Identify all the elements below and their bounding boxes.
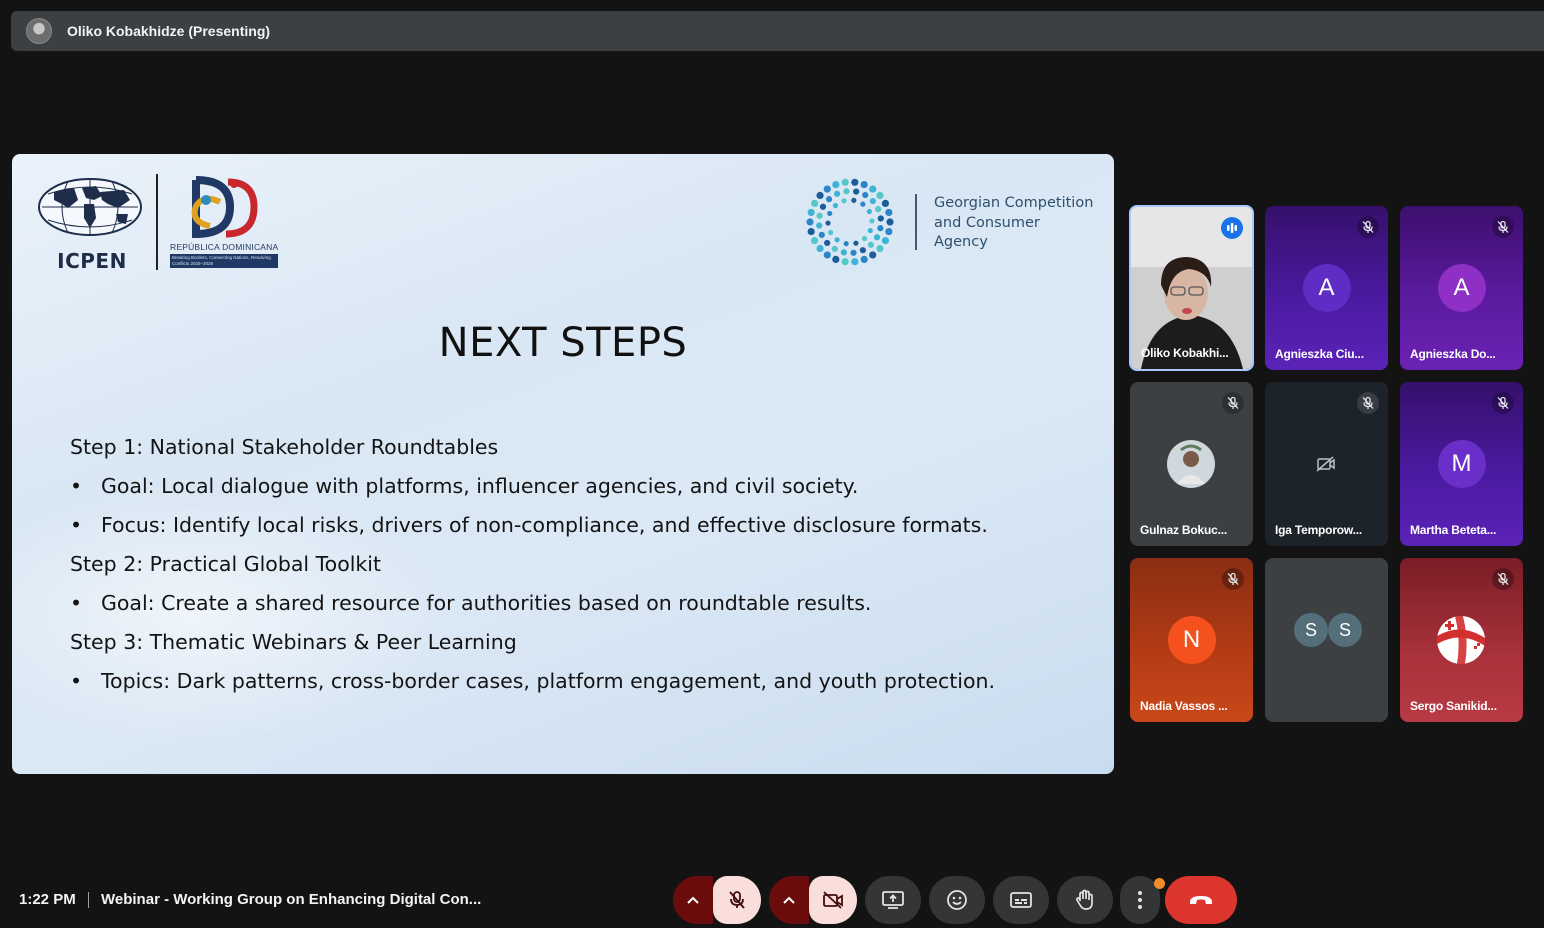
participant-name: Agnieszka Do... — [1410, 347, 1496, 361]
slide-bullet: • Goal: Create a shared resource for auth… — [70, 591, 872, 615]
participant-tile[interactable]: Sergo Sanikid... — [1400, 558, 1523, 722]
participant-initial: S — [1294, 613, 1328, 647]
meeting-title: Webinar - Working Group on Enhancing Dig… — [101, 891, 482, 908]
participant-tile[interactable]: Gulnaz Bokuc... — [1130, 382, 1253, 546]
slide-title: NEXT STEPS — [438, 320, 688, 366]
gcca-name: Georgian Competition and Consumer Agency — [934, 195, 1094, 250]
participant-tile[interactable]: S S — [1265, 558, 1388, 722]
participant-tile[interactable]: A Agnieszka Ciu... — [1265, 206, 1388, 370]
mic-off-icon — [1357, 392, 1379, 414]
mic-off-icon — [1492, 216, 1514, 238]
participant-name: Sergo Sanikid... — [1410, 699, 1497, 713]
presenter-avatar — [26, 18, 52, 44]
participant-tile[interactable]: Oliko Kobakhi... — [1129, 205, 1254, 371]
present-screen-button[interactable] — [865, 876, 921, 924]
chevron-up-icon — [687, 896, 699, 904]
participant-name: Martha Beteta... — [1410, 523, 1497, 537]
participant-tile[interactable]: N Nadia Vassos ... — [1130, 558, 1253, 722]
mic-off-icon — [1492, 568, 1514, 590]
audio-options-button[interactable] — [673, 876, 713, 924]
present-screen-icon — [882, 891, 904, 909]
participant-tile[interactable]: M Martha Beteta... — [1400, 382, 1523, 546]
speaking-indicator-icon — [1221, 217, 1243, 239]
notification-dot — [1154, 878, 1165, 889]
mic-off-icon — [729, 891, 745, 909]
participant-initial: M — [1437, 440, 1486, 488]
flag-avatar — [1437, 616, 1485, 664]
emoji-icon — [947, 890, 967, 910]
camera-toggle-button[interactable] — [809, 876, 857, 924]
mic-off-icon — [1357, 216, 1379, 238]
more-vertical-icon — [1138, 891, 1142, 909]
slide-body: Step 1: National Stakeholder Roundtables… — [70, 432, 995, 705]
mic-control-group — [673, 876, 761, 924]
camera-off-icon — [823, 891, 843, 909]
participant-name: Agnieszka Ciu... — [1275, 347, 1364, 361]
reactions-button[interactable] — [929, 876, 985, 924]
icpen-label: ICPEN — [57, 249, 127, 273]
meeting-time: 1:22 PM — [19, 891, 76, 908]
captions-button[interactable] — [993, 876, 1049, 924]
mic-off-icon — [1492, 392, 1514, 414]
slide-step-heading: Step 2: Practical Global Toolkit — [70, 552, 382, 576]
participant-name: Nadia Vassos ... — [1140, 699, 1228, 713]
participant-initial: A — [1437, 264, 1486, 312]
slide-bullet: • Topics: Dark patterns, cross-border cas… — [70, 669, 996, 693]
participant-initial: N — [1167, 616, 1216, 664]
hang-up-icon — [1190, 896, 1212, 904]
participant-initial: S — [1328, 613, 1362, 647]
chevron-up-icon — [783, 896, 795, 904]
dr-tagline: Breaking Borders, Connecting Nations, Re… — [170, 254, 278, 268]
participant-name: Gulnaz Bokuc... — [1140, 523, 1228, 537]
slide-step-heading: Step 3: Thematic Webinars & Peer Learnin… — [70, 630, 517, 654]
slide-step-heading: Step 1: National Stakeholder Roundtables — [70, 435, 499, 459]
participant-tile[interactable]: Iga Temporow... — [1265, 382, 1388, 546]
raise-hand-button[interactable] — [1057, 876, 1113, 924]
participant-initial: A — [1302, 264, 1351, 312]
participant-tile[interactable]: A Agnieszka Do... — [1400, 206, 1523, 370]
presenter-bar: Oliko Kobakhidze (Presenting) — [11, 11, 1544, 51]
camera-off-icon — [1316, 456, 1335, 472]
dominican-republic-logo: REPÚBLICA DOMINICANA Breaking Borders, C… — [170, 176, 282, 270]
participant-name: Oliko Kobakhi... — [1141, 346, 1229, 360]
microphone-toggle-button[interactable] — [713, 876, 761, 924]
presenter-title: Oliko Kobakhidze (Presenting) — [67, 23, 271, 39]
camera-control-group — [769, 876, 857, 924]
video-options-button[interactable] — [769, 876, 809, 924]
gcca-logo: Georgian Competition and Consumer Agency — [802, 174, 1102, 274]
hand-icon — [1076, 889, 1093, 910]
globe-icon — [38, 178, 142, 236]
dr-label: REPÚBLICA DOMINICANA — [170, 242, 279, 252]
slide-bullet: • Focus: Identify local risks, drivers of… — [70, 513, 988, 537]
captions-icon — [1010, 892, 1032, 908]
dr-mark-icon — [191, 176, 258, 239]
meeting-controls-bar: 1:22 PM Webinar - Working Group on Enhan… — [0, 870, 1544, 928]
leave-call-button[interactable] — [1165, 876, 1237, 924]
gcca-dots-icon — [806, 178, 894, 266]
participant-avatar — [1167, 440, 1215, 488]
mic-off-icon — [1222, 568, 1244, 590]
shared-slide: ICPEN REPÚBLICA DOMINICANA Breaking Bord… — [12, 154, 1114, 774]
mic-off-icon — [1222, 392, 1244, 414]
slide-bullet: • Goal: Local dialogue with platforms, in… — [70, 474, 859, 498]
participant-name: Iga Temporow... — [1275, 523, 1363, 537]
icpen-logo: ICPEN — [38, 178, 146, 273]
